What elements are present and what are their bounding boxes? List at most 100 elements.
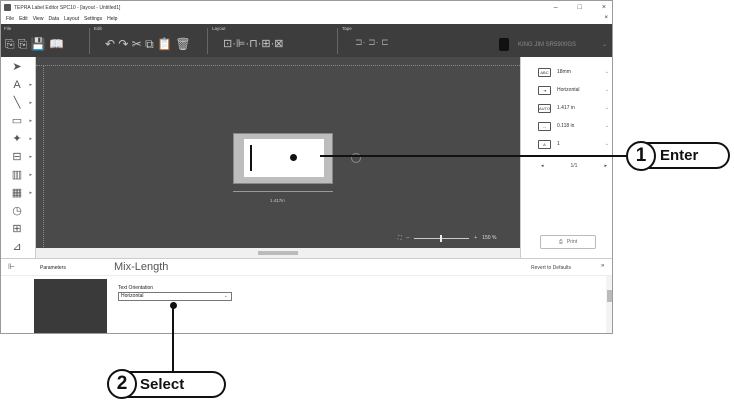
- canvas-area[interactable]: 1.417in ⛶ – + 150 %: [36, 57, 520, 258]
- ribbon-group-layout: Layout ⊡·⊫·⊓·⊞·⊠: [209, 24, 334, 57]
- ribbon-group-file: File ⎘ ⎘ 💾 📖: [1, 24, 89, 57]
- vertical-scrollbar[interactable]: [606, 276, 612, 333]
- window-title: TEPRA Label Editor SPC10 - [layout - Unt…: [14, 4, 121, 11]
- text-orientation-label: Text Orientation: [118, 285, 154, 291]
- text-orientation-select[interactable]: Horizontal ⌄: [118, 292, 232, 301]
- horizontal-ruler: [36, 57, 520, 66]
- tool-panel: ➤ A ▸ ╲ ▸ ▭ ▸ ✦ ▸ ⊟ ▸ ▥ ▸ ▦ ▸ ◷ ⊞ ⊿: [1, 57, 36, 258]
- copies-row[interactable]: A 1 ⌄: [521, 135, 612, 153]
- title-bar: TEPRA Label Editor SPC10 - [layout - Unt…: [1, 1, 612, 14]
- orientation-value: Horizontal: [557, 87, 580, 93]
- chevron-down-icon[interactable]: ⌄: [605, 141, 609, 147]
- printer-icon: [499, 38, 509, 51]
- horizontal-scrollbar[interactable]: [36, 248, 520, 258]
- app-window: TEPRA Label Editor SPC10 - [layout - Unt…: [0, 0, 613, 334]
- label-print-area[interactable]: [244, 139, 324, 177]
- length-value: 1.417 in: [557, 105, 575, 111]
- zoom-slider[interactable]: [414, 234, 470, 242]
- step-1-number: 1: [626, 141, 656, 171]
- step-2-number: 2: [107, 369, 137, 399]
- ribbon: File ⎘ ⎘ 💾 📖 Edit ↶ ↷ ✂ ⧉ 📋 🗑 Layout ⊡·⊫…: [1, 24, 612, 57]
- zoom-slider-thumb[interactable]: [440, 234, 443, 242]
- menu-file[interactable]: File: [6, 16, 14, 22]
- chevron-down-icon[interactable]: ⌄: [605, 87, 609, 93]
- collapse-icon[interactable]: »: [601, 263, 604, 269]
- date-tool-icon[interactable]: ◷: [9, 204, 25, 218]
- zoom-in-button[interactable]: +: [474, 235, 477, 241]
- properties-panel: ABC 18mm ⌄ ⇥ Horizontal ⌄ AUTO 1.417 in …: [520, 57, 612, 258]
- qrcode-tool-icon[interactable]: ▦ ▸: [9, 186, 32, 200]
- tape-width-row[interactable]: ABC 18mm ⌄: [521, 63, 612, 81]
- ribbon-layout-label: Layout: [212, 26, 226, 31]
- menu-layout[interactable]: Layout: [64, 16, 79, 22]
- prev-page-button[interactable]: ◂: [541, 163, 544, 169]
- menu-bar: File Edit View Data Layout Settings Help…: [1, 14, 612, 24]
- menu-help[interactable]: Help: [107, 16, 117, 22]
- revert-to-defaults-button[interactable]: Revert to Defaults: [531, 265, 571, 271]
- zoom-control: ⛶ – + 150 %: [398, 233, 496, 243]
- label-tape[interactable]: [233, 133, 333, 184]
- line-tool-icon[interactable]: ╲ ▸: [9, 96, 32, 110]
- menu-view[interactable]: View: [33, 16, 44, 22]
- scrollbar-thumb[interactable]: [258, 251, 298, 255]
- zoom-out-button[interactable]: –: [407, 235, 410, 241]
- tape-tools-icons[interactable]: ⊐· ⊐· ⊏: [355, 37, 389, 48]
- length-row[interactable]: AUTO 1.417 in ⌄: [521, 99, 612, 117]
- printer-icon: ⎙: [558, 239, 563, 245]
- margin-row[interactable]: ↔ 0.118 in ⌄: [521, 117, 612, 135]
- ribbon-file-label: File: [4, 26, 12, 31]
- zoom-level: 150 %: [482, 235, 497, 241]
- margin-icon: ↔: [538, 121, 551, 131]
- chevron-down-icon[interactable]: ⌄: [605, 69, 609, 75]
- maximize-button[interactable]: □: [578, 4, 582, 11]
- ribbon-edit-label: Edit: [94, 26, 102, 31]
- close-button[interactable]: ×: [602, 4, 606, 11]
- chevron-down-icon[interactable]: ⌄: [602, 41, 607, 48]
- minimize-button[interactable]: –: [554, 4, 558, 11]
- printer-name[interactable]: KING JIM SR5900GS: [518, 42, 576, 48]
- text-orientation-value: Horizontal: [121, 293, 144, 299]
- copies-icon: A: [538, 139, 551, 149]
- orientation-icon: ⇥: [538, 85, 551, 95]
- menu-data[interactable]: Data: [48, 16, 59, 22]
- print-button[interactable]: ⎙ Print: [540, 235, 596, 249]
- text-tool-icon[interactable]: A ▸: [9, 78, 32, 92]
- callout-line-select: [172, 305, 174, 371]
- page-indicator: 1/1: [570, 163, 578, 169]
- menu-edit[interactable]: Edit: [19, 16, 28, 22]
- margin-value: 0.118 in: [557, 123, 575, 129]
- parameters-thumbnail: [34, 279, 107, 333]
- page-navigation: ◂ 1/1 ▸: [541, 163, 607, 169]
- parameters-header: ⊩ Parameters Mix-Length Revert to Defaul…: [1, 258, 612, 276]
- menu-settings[interactable]: Settings: [84, 16, 102, 22]
- layout-tool-icon[interactable]: ⊿: [9, 240, 25, 254]
- ribbon-tape-label: Tape: [342, 26, 352, 31]
- step-2-label: Select: [122, 371, 226, 398]
- orientation-row[interactable]: ⇥ Horizontal ⌄: [521, 81, 612, 99]
- ribbon-group-tape: Tape ⊐· ⊐· ⊏: [339, 24, 459, 57]
- panel-toggle-icon[interactable]: ⊩: [8, 262, 15, 271]
- scrollbar-thumb[interactable]: [607, 290, 612, 302]
- chevron-down-icon[interactable]: ⌄: [605, 123, 609, 129]
- callout-line-enter: [320, 155, 630, 157]
- callout-dot-enter: [290, 154, 297, 161]
- tape-width-value: 18mm: [557, 69, 571, 75]
- parameters-label: Parameters: [40, 265, 66, 271]
- edit-tools-icons[interactable]: ↶ ↷ ✂ ⧉ 📋 🗑: [105, 37, 191, 52]
- barcode-tool-icon[interactable]: ▥ ▸: [9, 168, 32, 182]
- chevron-down-icon: ⌄: [223, 293, 228, 299]
- clipart-tool-icon[interactable]: ✦ ▸: [9, 132, 32, 146]
- file-tools-icons[interactable]: ⎘ ⎘ 💾 📖: [5, 37, 64, 52]
- layout-tools-icons[interactable]: ⊡·⊫·⊓·⊞·⊠: [223, 37, 283, 50]
- next-page-button[interactable]: ▸: [604, 163, 607, 169]
- shape-tool-icon[interactable]: ⊟ ▸: [9, 150, 32, 164]
- table-tool-icon[interactable]: ⊞: [9, 222, 25, 236]
- fit-icon[interactable]: ⛶: [398, 235, 402, 241]
- select-tool-icon[interactable]: ➤: [9, 60, 25, 74]
- parameters-body: Text Orientation Horizontal ⌄: [1, 276, 612, 333]
- chevron-down-icon[interactable]: ⌄: [605, 105, 609, 111]
- document-close-button[interactable]: ×: [604, 15, 608, 21]
- image-tool-icon[interactable]: ▭ ▸: [9, 114, 32, 128]
- label-length-text: 1.417in: [270, 198, 285, 203]
- print-label: Print: [566, 239, 578, 245]
